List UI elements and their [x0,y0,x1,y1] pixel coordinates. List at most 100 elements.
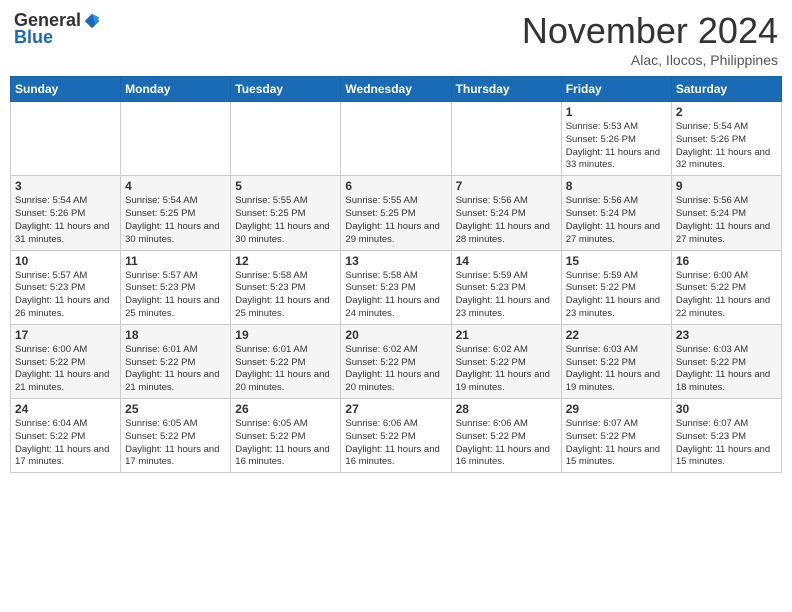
day-number: 11 [125,254,226,268]
calendar-cell: 27Sunrise: 6:06 AMSunset: 5:22 PMDayligh… [341,399,451,473]
day-info: Sunrise: 6:05 AMSunset: 5:22 PMDaylight:… [125,418,226,469]
logo-blue-text: Blue [14,27,53,47]
day-info: Sunrise: 5:59 AMSunset: 5:22 PMDaylight:… [566,270,667,321]
calendar-cell: 25Sunrise: 6:05 AMSunset: 5:22 PMDayligh… [121,399,231,473]
day-number: 8 [566,179,667,193]
calendar-cell: 20 Sunrise: 6:02 AMSunset: 5:22 PMDayligh… [341,324,451,398]
day-info: Sunrise: 5:53 AMSunset: 5:26 PMDaylight:… [566,121,667,172]
day-number: 10 [15,254,116,268]
calendar-cell: 2 Sunrise: 5:54 AMSunset: 5:26 PMDaylight… [671,102,781,176]
day-number: 29 [566,402,667,416]
calendar-cell: 26 Sunrise: 6:05 AMSunset: 5:22 PMDayligh… [231,399,341,473]
day-info: Sunrise: 5:59 AMSunset: 5:23 PMDaylight:… [456,270,557,321]
day-info: Sunrise: 6:03 AMSunset: 5:22 PMDaylight:… [676,344,777,395]
day-number: 21 [456,328,557,342]
day-info: Sunrise: 6:01 AMSunset: 5:22 PMDaylight:… [125,344,226,395]
calendar-cell [231,102,341,176]
day-info: Sunrise: 6:03 AMSunset: 5:22 PMDaylight:… [566,344,667,395]
day-number: 30 [676,402,777,416]
day-info: Sunrise: 5:54 AMSunset: 5:25 PMDaylight:… [125,195,226,246]
calendar-cell: 24 Sunrise: 6:04 AMSunset: 5:22 PMDayligh… [11,399,121,473]
day-number: 9 [676,179,777,193]
page-header: General Blue November 2024 Alac, Ilocos,… [10,10,782,68]
column-header-wednesday: Wednesday [341,77,451,102]
calendar-cell [121,102,231,176]
day-info: Sunrise: 6:06 AMSunset: 5:22 PMDaylight:… [456,418,557,469]
day-info: Sunrise: 5:58 AMSunset: 5:23 PMDaylight:… [235,270,336,321]
title-section: November 2024 Alac, Ilocos, Philippines [522,10,778,68]
column-header-saturday: Saturday [671,77,781,102]
column-header-monday: Monday [121,77,231,102]
calendar-cell: 18 Sunrise: 6:01 AMSunset: 5:22 PMDayligh… [121,324,231,398]
day-info: Sunrise: 6:02 AMSunset: 5:22 PMDaylight:… [456,344,557,395]
calendar-cell: 28Sunrise: 6:06 AMSunset: 5:22 PMDayligh… [451,399,561,473]
day-number: 7 [456,179,557,193]
calendar-cell: 1 Sunrise: 5:53 AMSunset: 5:26 PMDaylight… [561,102,671,176]
calendar-cell: 22Sunrise: 6:03 AMSunset: 5:22 PMDayligh… [561,324,671,398]
day-info: Sunrise: 6:04 AMSunset: 5:22 PMDaylight:… [15,418,116,469]
day-number: 26 [235,402,336,416]
day-info: Sunrise: 5:55 AMSunset: 5:25 PMDaylight:… [235,195,336,246]
calendar-week-row: 1 Sunrise: 5:53 AMSunset: 5:26 PMDaylight… [11,102,782,176]
calendar-cell: 12 Sunrise: 5:58 AMSunset: 5:23 PMDayligh… [231,250,341,324]
month-title: November 2024 [522,10,778,52]
day-info: Sunrise: 5:57 AMSunset: 5:23 PMDaylight:… [15,270,116,321]
day-info: Sunrise: 6:00 AMSunset: 5:22 PMDaylight:… [15,344,116,395]
logo: General Blue [14,10,101,48]
calendar-cell: 4 Sunrise: 5:54 AMSunset: 5:25 PMDaylight… [121,176,231,250]
day-number: 4 [125,179,226,193]
day-info: Sunrise: 6:07 AMSunset: 5:23 PMDaylight:… [676,418,777,469]
day-info: Sunrise: 5:56 AMSunset: 5:24 PMDaylight:… [676,195,777,246]
day-info: Sunrise: 6:05 AMSunset: 5:22 PMDaylight:… [235,418,336,469]
day-info: Sunrise: 5:56 AMSunset: 5:24 PMDaylight:… [566,195,667,246]
calendar-week-row: 3 Sunrise: 5:54 AMSunset: 5:26 PMDaylight… [11,176,782,250]
calendar-cell: 13 Sunrise: 5:58 AMSunset: 5:23 PMDayligh… [341,250,451,324]
day-info: Sunrise: 5:54 AMSunset: 5:26 PMDaylight:… [676,121,777,172]
day-number: 2 [676,105,777,119]
day-number: 1 [566,105,667,119]
calendar-cell: 8 Sunrise: 5:56 AMSunset: 5:24 PMDaylight… [561,176,671,250]
day-info: Sunrise: 5:54 AMSunset: 5:26 PMDaylight:… [15,195,116,246]
calendar-cell: 16 Sunrise: 6:00 AMSunset: 5:22 PMDayligh… [671,250,781,324]
day-info: Sunrise: 5:58 AMSunset: 5:23 PMDaylight:… [345,270,446,321]
column-header-tuesday: Tuesday [231,77,341,102]
day-number: 14 [456,254,557,268]
day-number: 3 [15,179,116,193]
day-number: 12 [235,254,336,268]
location-text: Alac, Ilocos, Philippines [522,52,778,68]
calendar-cell [451,102,561,176]
column-header-sunday: Sunday [11,77,121,102]
day-number: 20 [345,328,446,342]
calendar-week-row: 10 Sunrise: 5:57 AMSunset: 5:23 PMDayligh… [11,250,782,324]
column-header-thursday: Thursday [451,77,561,102]
day-number: 24 [15,402,116,416]
day-info: Sunrise: 6:02 AMSunset: 5:22 PMDaylight:… [345,344,446,395]
day-number: 16 [676,254,777,268]
day-info: Sunrise: 6:06 AMSunset: 5:22 PMDaylight:… [345,418,446,469]
calendar-cell: 7Sunrise: 5:56 AMSunset: 5:24 PMDaylight… [451,176,561,250]
calendar-cell: 17 Sunrise: 6:00 AMSunset: 5:22 PMDayligh… [11,324,121,398]
day-info: Sunrise: 6:00 AMSunset: 5:22 PMDaylight:… [676,270,777,321]
calendar-cell: 14 Sunrise: 5:59 AMSunset: 5:23 PMDayligh… [451,250,561,324]
calendar-cell: 11 Sunrise: 5:57 AMSunset: 5:23 PMDayligh… [121,250,231,324]
day-info: Sunrise: 6:07 AMSunset: 5:22 PMDaylight:… [566,418,667,469]
calendar-table: SundayMondayTuesdayWednesdayThursdayFrid… [10,76,782,473]
calendar-cell: 30 Sunrise: 6:07 AMSunset: 5:23 PMDayligh… [671,399,781,473]
day-number: 5 [235,179,336,193]
logo-icon [83,12,101,30]
day-number: 23 [676,328,777,342]
calendar-header-row: SundayMondayTuesdayWednesdayThursdayFrid… [11,77,782,102]
day-info: Sunrise: 5:57 AMSunset: 5:23 PMDaylight:… [125,270,226,321]
day-number: 18 [125,328,226,342]
calendar-cell: 15Sunrise: 5:59 AMSunset: 5:22 PMDayligh… [561,250,671,324]
column-header-friday: Friday [561,77,671,102]
day-number: 19 [235,328,336,342]
day-number: 17 [15,328,116,342]
day-number: 13 [345,254,446,268]
calendar-cell: 10 Sunrise: 5:57 AMSunset: 5:23 PMDayligh… [11,250,121,324]
calendar-cell: 19Sunrise: 6:01 AMSunset: 5:22 PMDayligh… [231,324,341,398]
calendar-cell: 9 Sunrise: 5:56 AMSunset: 5:24 PMDaylight… [671,176,781,250]
calendar-cell: 5 Sunrise: 5:55 AMSunset: 5:25 PMDaylight… [231,176,341,250]
calendar-cell [341,102,451,176]
calendar-cell: 3 Sunrise: 5:54 AMSunset: 5:26 PMDaylight… [11,176,121,250]
